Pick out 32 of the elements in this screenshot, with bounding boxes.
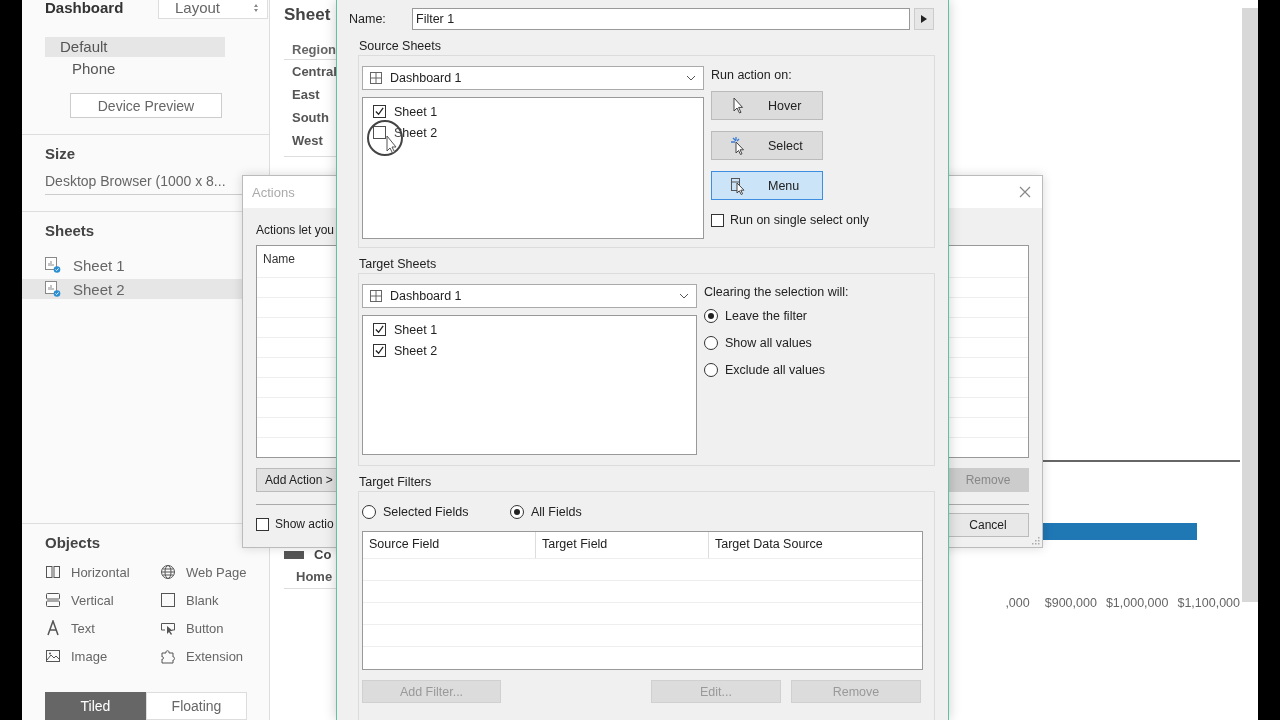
group-label: Source Sheets xyxy=(359,39,442,53)
radio-label: Show all values xyxy=(725,335,812,350)
group-label: Target Sheets xyxy=(359,257,438,271)
legend-label: Co xyxy=(314,547,332,562)
row-label: West xyxy=(291,132,324,150)
axis-label: ,000 xyxy=(1005,596,1030,610)
dialog-text: Actions let you xyxy=(256,223,336,237)
radio-label: Exclude all values xyxy=(725,362,826,377)
radio-label: Selected Fields xyxy=(383,504,469,519)
checkbox-label: Sheet 2 xyxy=(394,343,438,358)
option-label: Clearing the selection will: xyxy=(704,285,849,299)
radio-label: Leave the filter xyxy=(725,308,807,323)
field-label: Name: xyxy=(349,11,387,26)
column-header: Target Data Source xyxy=(714,536,824,553)
group-label: Target Filters xyxy=(359,475,433,489)
radio-label: All Fields xyxy=(531,504,582,519)
column-header: Source Field xyxy=(363,532,536,558)
sheet-title: Sheet xyxy=(284,5,331,26)
section-heading: Size xyxy=(45,145,76,162)
checkbox-label: Sheet 1 xyxy=(394,104,438,119)
section-heading: Objects xyxy=(45,534,102,551)
row-label: South xyxy=(291,109,330,127)
axis-label: $900,000 xyxy=(1044,596,1097,610)
option-label: Run action on: xyxy=(711,68,793,82)
column-header: Target Field xyxy=(536,532,709,558)
row-label: East xyxy=(291,86,321,104)
row-label: Central xyxy=(291,63,338,81)
checkbox-label: Run on single select only xyxy=(730,213,869,227)
checkbox-label: Sheet 1 xyxy=(394,322,438,337)
axis-label: $1,100,000 xyxy=(1177,596,1240,610)
axis-label: $1,000,000 xyxy=(1105,596,1169,610)
dialog-title: Actions xyxy=(252,184,295,200)
